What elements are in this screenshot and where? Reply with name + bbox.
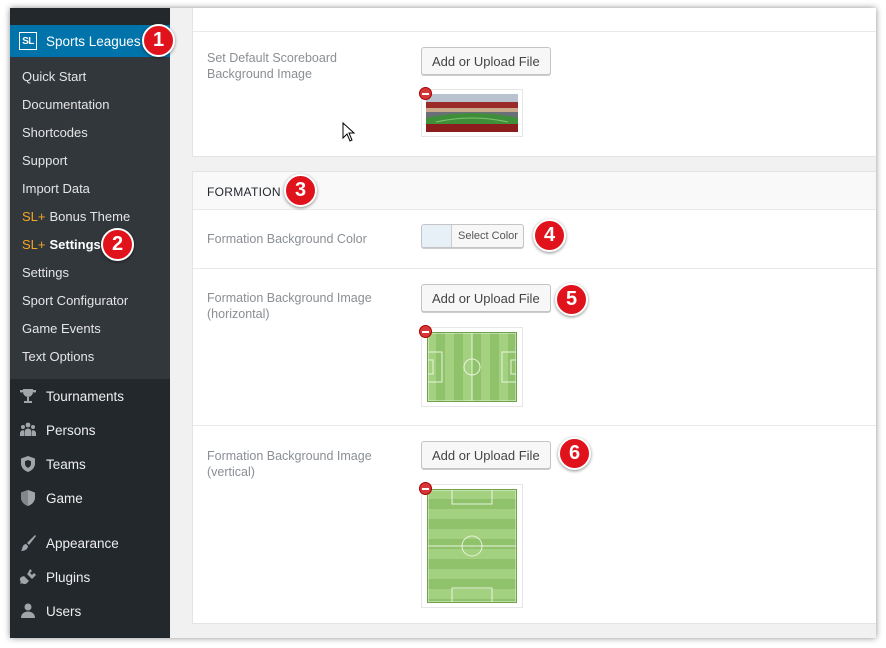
horizontal-pitch-thumbnail [421, 327, 523, 407]
horizontal-pitch-image [427, 332, 517, 402]
submenu-game-events[interactable]: Game Events [22, 320, 101, 338]
formation-horizontal-label: Formation Background Image (horizontal) [207, 291, 372, 321]
vertical-pitch-image [427, 489, 517, 603]
menu-label: Users [46, 603, 82, 619]
menu-label: Teams [46, 456, 86, 472]
menu-label: Plugins [46, 569, 91, 585]
submenu-label: Support [22, 153, 68, 168]
submenu-label: Documentation [22, 97, 110, 112]
submenu-prefix: SL+ [22, 209, 46, 224]
submenu-label: Text Options [22, 349, 95, 364]
annotation-badge-3: 3 [284, 174, 317, 207]
admin-sidebar: SL Sports Leagues Quick Start Documentat… [10, 8, 170, 638]
screenshot-frame: SL Sports Leagues Quick Start Documentat… [10, 8, 876, 638]
select-color-button[interactable]: Select Color [421, 224, 524, 248]
submenu-shortcodes[interactable]: Shortcodes [22, 124, 88, 142]
sidebar-item-plugins[interactable]: Plugins [10, 562, 170, 592]
submenu-sport-configurator[interactable]: Sport Configurator [22, 292, 128, 310]
panel-divider [193, 425, 876, 426]
select-color-label: Select Color [458, 230, 518, 242]
submenu-label: Shortcodes [22, 125, 88, 140]
submenu-quick-start[interactable]: Quick Start [22, 68, 86, 86]
sidebar-item-appearance[interactable]: Appearance [10, 528, 170, 558]
formation-vertical-label: Formation Background Image (vertical) [207, 449, 372, 479]
sidebar-item-persons[interactable]: Persons [10, 415, 170, 445]
color-swatch [422, 225, 452, 247]
scoreboard-image-thumbnail [421, 89, 523, 137]
sidebar-item-tournaments[interactable]: Tournaments [10, 381, 170, 411]
annotation-badge-6: 6 [558, 437, 591, 470]
formation-section-title: FORMATION [207, 185, 281, 199]
trophy-icon [18, 386, 38, 406]
vertical-upload-button[interactable]: Add or Upload File [421, 441, 551, 469]
scoreboard-panel: Set Default Scoreboard Background Image … [192, 8, 876, 157]
scoreboard-upload-button[interactable]: Add or Upload File [421, 47, 551, 75]
shield-icon [18, 454, 38, 474]
menu-label: Appearance [46, 535, 119, 551]
menu-label: Persons [46, 422, 96, 438]
menu-label: Game [46, 490, 83, 506]
remove-scoreboard-image-button[interactable] [419, 87, 432, 100]
submenu-documentation[interactable]: Documentation [22, 96, 109, 114]
menu-label: Tournaments [46, 388, 125, 404]
panel-divider [193, 31, 876, 32]
submenu-import-data[interactable]: Import Data [22, 180, 90, 198]
user-icon [18, 601, 38, 621]
annotation-badge-5: 5 [555, 283, 588, 316]
sidebar-item-game[interactable]: Game [10, 483, 170, 513]
sports-leagues-logo-icon: SL [19, 32, 37, 50]
sidebar-item-teams[interactable]: Teams [10, 449, 170, 479]
submenu-text-options[interactable]: Text Options [22, 348, 94, 366]
horizontal-upload-button[interactable]: Add or Upload File [421, 284, 551, 312]
scoreboard-image-label: Set Default Scoreboard Background Image [207, 51, 337, 81]
submenu-label: Quick Start [22, 69, 87, 84]
submenu-prefix: SL+ [22, 237, 46, 252]
submenu-label: Bonus Theme [49, 209, 131, 224]
submenu-label: Settings [22, 265, 69, 280]
stadium-image [426, 94, 518, 132]
vertical-pitch-thumbnail [421, 484, 523, 608]
sidebar-header-label: Sports Leagues [46, 33, 141, 49]
paintbrush-icon [18, 533, 38, 553]
submenu-label: Import Data [22, 181, 90, 196]
game-shield-icon [18, 488, 38, 508]
persons-icon [18, 420, 38, 440]
mouse-cursor-icon [342, 122, 356, 142]
submenu-label: Game Events [22, 321, 101, 336]
sidebar-submenu: Quick Start Documentation Shortcodes Sup… [10, 57, 170, 379]
formation-color-label: Formation Background Color [207, 232, 367, 246]
annotation-badge-2: 2 [101, 228, 134, 261]
submenu-settings[interactable]: Settings [22, 264, 69, 282]
submenu-sl-plus-settings[interactable]: SL+ Settings [22, 236, 101, 254]
submenu-support[interactable]: Support [22, 152, 68, 170]
annotation-badge-4: 4 [533, 219, 566, 252]
panel-divider [193, 268, 876, 269]
plug-icon [18, 567, 38, 587]
settings-content: Set Default Scoreboard Background Image … [170, 8, 876, 638]
submenu-label: Sport Configurator [22, 293, 129, 308]
submenu-label: Settings [49, 237, 101, 252]
sidebar-item-users[interactable]: Users [10, 596, 170, 626]
remove-horizontal-image-button[interactable] [419, 325, 432, 338]
annotation-badge-1: 1 [142, 24, 175, 57]
remove-vertical-image-button[interactable] [419, 482, 432, 495]
submenu-bonus-theme[interactable]: SL+ Bonus Theme [22, 208, 130, 226]
